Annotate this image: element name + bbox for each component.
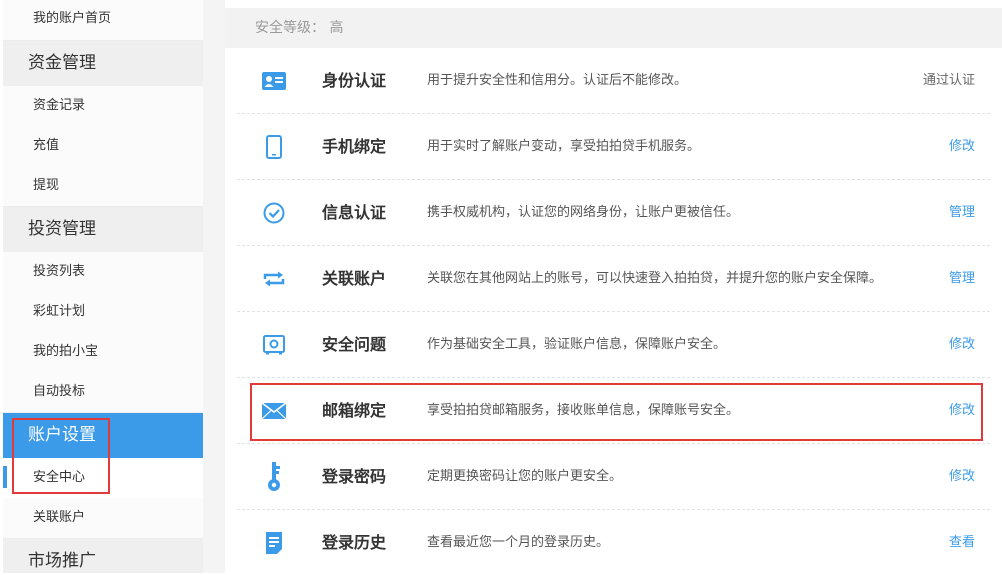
key-icon xyxy=(259,462,289,491)
identity-verified-status: 通过认证 xyxy=(922,73,975,88)
link-arrows-icon xyxy=(259,266,289,292)
row-description: 关联您在其他网站上的账号，可以快速登入拍拍贷，并提升您的账户安全保障。 xyxy=(427,271,883,286)
row-title: 信息认证 xyxy=(322,203,387,222)
row-identity-verification: 身份认证 用于提升安全性和信用分。认证后不能修改。 通过认证 xyxy=(237,48,990,114)
row-title: 身份认证 xyxy=(322,71,387,90)
row-title: 登录密码 xyxy=(322,467,387,486)
sidebar-item-investment-list[interactable]: 投资列表 xyxy=(3,252,203,292)
row-description: 用于实时了解账户变动，享受拍拍贷手机服务。 xyxy=(427,139,701,154)
row-description: 享受拍拍贷邮箱服务，接收账单信息，保障账号安全。 xyxy=(427,403,740,418)
row-title: 手机绑定 xyxy=(322,137,387,156)
row-title: 邮箱绑定 xyxy=(322,401,387,420)
row-description: 作为基础安全工具，验证账户信息，保障账户安全。 xyxy=(427,337,727,352)
row-title: 关联账户 xyxy=(322,269,387,288)
row-title: 登录历史 xyxy=(322,533,387,552)
sidebar-item-fund-records[interactable]: 资金记录 xyxy=(3,86,203,126)
row-phone-binding: 手机绑定 用于实时了解账户变动，享受拍拍贷手机服务。 修改 xyxy=(237,114,990,180)
sidebar-item-account-home[interactable]: 我的账户首页 xyxy=(3,0,203,40)
sidebar-header-funds[interactable]: 资金管理 xyxy=(3,40,203,86)
row-login-history: 登录历史 查看最近您一个月的登录历史。 查看 xyxy=(237,510,990,575)
sidebar-header-marketing[interactable]: 市场推广 xyxy=(3,538,203,573)
row-title: 安全问题 xyxy=(322,335,387,354)
row-info-verification: 信息认证 携手权威机构，认证您的网络身份，让账户更被信任。 管理 xyxy=(237,180,990,246)
security-center-panel: 安全等级： 高 身份认证 用于提升安全性和信用分。认证后不能修改。 通过认证 手… xyxy=(225,0,1002,573)
email-modify-link[interactable]: 修改 xyxy=(949,378,975,443)
row-linked-accounts: 关联账户 关联您在其他网站上的账号，可以快速登入拍拍贷，并提升您的账户安全保障。… xyxy=(237,246,990,312)
sidebar: 我的账户首页 资金管理 资金记录 充值 提现 投资管理 投资列表 彩虹计划 我的… xyxy=(3,0,203,573)
row-security-questions: 安全问题 作为基础安全工具，验证账户信息，保障账户安全。 修改 xyxy=(237,312,990,378)
sidebar-item-recharge[interactable]: 充值 xyxy=(3,126,203,166)
sidebar-item-linked-accounts[interactable]: 关联账户 xyxy=(3,498,203,538)
security-questions-modify-link[interactable]: 修改 xyxy=(949,312,975,377)
row-description: 携手权威机构，认证您的网络身份，让账户更被信任。 xyxy=(427,205,740,220)
document-icon xyxy=(259,530,289,556)
check-circle-icon xyxy=(259,200,289,226)
row-description: 定期更换密码让您的账户更安全。 xyxy=(427,469,623,484)
row-login-password: 登录密码 定期更换密码让您的账户更安全。 修改 xyxy=(237,444,990,510)
sidebar-item-withdraw[interactable]: 提现 xyxy=(3,166,203,206)
envelope-icon xyxy=(259,398,289,424)
gutter xyxy=(203,0,225,573)
phone-icon xyxy=(259,134,289,160)
security-level-text: 安全等级： 高 xyxy=(255,20,344,36)
left-divider xyxy=(0,0,3,573)
safe-icon xyxy=(259,332,289,358)
phone-modify-link[interactable]: 修改 xyxy=(949,114,975,179)
password-modify-link[interactable]: 修改 xyxy=(949,444,975,509)
sidebar-header-account-settings[interactable]: 账户设置 xyxy=(3,412,203,458)
row-description: 用于提升安全性和信用分。认证后不能修改。 xyxy=(427,73,688,88)
sidebar-header-investment[interactable]: 投资管理 xyxy=(3,206,203,252)
row-description: 查看最近您一个月的登录历史。 xyxy=(427,535,610,550)
sidebar-item-auto-bid[interactable]: 自动投标 xyxy=(3,372,203,412)
row-email-binding: 邮箱绑定 享受拍拍贷邮箱服务，接收账单信息，保障账号安全。 修改 xyxy=(237,378,990,444)
linked-accounts-manage-link[interactable]: 管理 xyxy=(949,246,975,311)
info-manage-link[interactable]: 管理 xyxy=(949,180,975,245)
security-level-bar: 安全等级： 高 xyxy=(225,8,1002,48)
sidebar-item-security-center[interactable]: 安全中心 xyxy=(3,458,203,498)
login-history-view-link[interactable]: 查看 xyxy=(949,510,975,575)
sidebar-item-my-paixiaobao[interactable]: 我的拍小宝 xyxy=(3,332,203,372)
id-card-icon xyxy=(259,68,289,94)
sidebar-item-rainbow-plan[interactable]: 彩虹计划 xyxy=(3,292,203,332)
